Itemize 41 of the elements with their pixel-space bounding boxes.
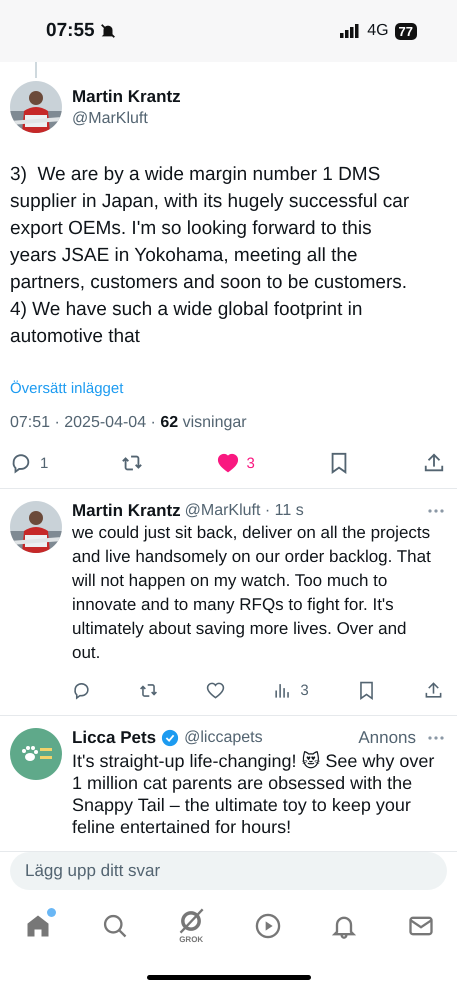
heart-icon <box>216 452 238 474</box>
author-handle: @liccapets <box>184 729 263 748</box>
tab-bar-item[interactable]: GROK <box>177 907 206 944</box>
reply-text: we could just sit back, deliver on all the projects and live handsomely on our order backlog. That will not happen on my watch. Too much to innovate and to many RFQs to fight for. It's ultimately about saving more lives. Over and out. <box>72 522 432 664</box>
clock: 07:55 <box>46 20 95 42</box>
tab-bar-item[interactable] <box>254 912 282 940</box>
views-button[interactable]: 3 <box>273 680 309 700</box>
author-name: Martin Krantz <box>72 86 181 107</box>
share-icon <box>424 680 443 700</box>
share-button[interactable] <box>423 452 445 474</box>
paw-logo-icon <box>10 728 62 780</box>
action-count: 1 <box>40 454 48 472</box>
post-meta: 07:51 · 2025-04-04 · 62 visningar <box>10 414 248 432</box>
notification-dot <box>47 908 56 917</box>
action-count: 3 <box>246 454 255 472</box>
like-button[interactable] <box>206 680 226 700</box>
ad-text: It's straight-up life-changing! 😻 See why over 1 million cat parents are obsessed with the Snappy Tail – the ultimate toy to keep your feline entertained for hours! <box>72 750 436 838</box>
author-name: Licca Pets <box>72 728 156 748</box>
play-icon <box>254 912 282 940</box>
post-text: 3) We are by a wide margin number 1 DMS supplier in Japan, with its hugely successful car export OEMs. I'm so looking forward to this years JSAE in Yokohama, meeting all the partners, customers and soon to be customers. 4) We have such a wide global footprint in automotive that <box>10 163 410 350</box>
like-button[interactable]: 3 <box>216 452 255 474</box>
battery-level: 77 <box>394 22 417 40</box>
reply-button[interactable]: 1 <box>10 452 48 474</box>
author-handle: @MarKluft · 11 s <box>184 502 304 520</box>
author-handle: @MarKluft <box>72 110 149 128</box>
heart-icon <box>206 680 226 700</box>
reply-button[interactable] <box>72 680 91 700</box>
slashed-circle-icon <box>177 907 206 936</box>
reply-field[interactable]: Lägg upp ditt svar <box>10 852 447 890</box>
more-icon[interactable] <box>427 735 445 742</box>
speech-bubble-icon <box>10 452 32 474</box>
share-icon <box>423 452 445 474</box>
translate-link[interactable]: Översätt inlägget <box>10 380 124 398</box>
ad-label: Annons <box>358 728 416 748</box>
share-button[interactable] <box>424 680 443 700</box>
signal-icon <box>339 24 362 38</box>
network-label: 4G <box>367 22 389 40</box>
action-count: 3 <box>300 682 309 699</box>
author-name: Martin Krantz <box>72 501 181 522</box>
more-icon[interactable] <box>427 508 445 514</box>
speech-bubble-icon <box>72 680 91 700</box>
